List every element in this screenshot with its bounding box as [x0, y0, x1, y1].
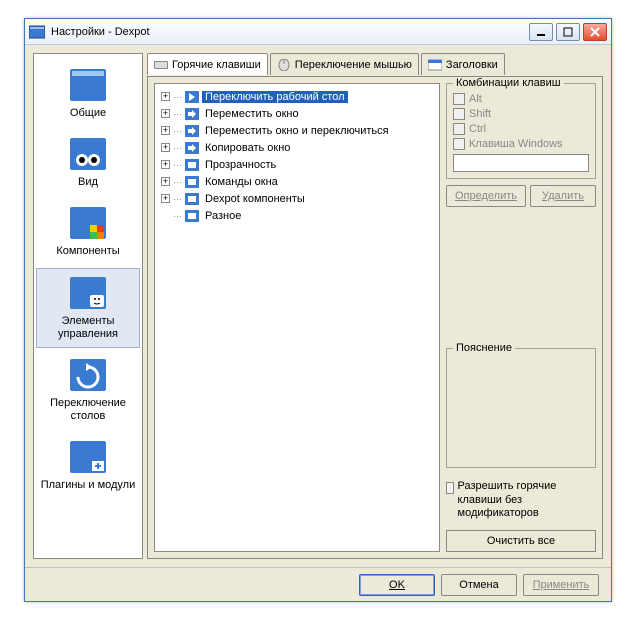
bottom-button-bar: OK Отмена Применить: [25, 567, 611, 601]
controls-icon: [68, 275, 108, 311]
shift-checkbox[interactable]: Shift: [453, 108, 589, 120]
key-combos-group: Комбинации клавиш Alt Shift Ctrl Клавиша…: [446, 83, 596, 179]
tree-item[interactable]: +···Dexpot компоненты: [159, 190, 435, 207]
content-area: Общие Вид Компоненты Элементы управления…: [25, 45, 611, 567]
hotkey-tree[interactable]: +···Переключить рабочий стол +···Перемес…: [154, 83, 440, 552]
tree-item[interactable]: ···Разное: [159, 207, 435, 224]
settings-window: Настройки - Dexpot Общие Вид Компоненты: [24, 18, 612, 602]
titles-icon: [428, 59, 442, 71]
expand-icon[interactable]: +: [161, 92, 170, 101]
tree-item[interactable]: +···Прозрачность: [159, 156, 435, 173]
app-icon: [29, 25, 45, 39]
tab-content: +···Переключить рабочий стол +···Перемес…: [147, 76, 603, 559]
tree-item[interactable]: +···Переместить окно: [159, 105, 435, 122]
switching-icon: [68, 357, 108, 393]
apply-button[interactable]: Применить: [523, 574, 599, 596]
tab-titles[interactable]: Заголовки: [421, 53, 505, 75]
tab-hotkeys[interactable]: Горячие клавиши: [147, 53, 268, 75]
tree-item[interactable]: +···Переключить рабочий стол: [159, 88, 435, 105]
sidebar-item-general[interactable]: Общие: [36, 60, 140, 127]
category-sidebar: Общие Вид Компоненты Элементы управления…: [33, 53, 143, 559]
expand-icon[interactable]: +: [161, 143, 170, 152]
sidebar-item-view[interactable]: Вид: [36, 129, 140, 196]
sidebar-item-components[interactable]: Компоненты: [36, 198, 140, 265]
close-button[interactable]: [583, 23, 607, 41]
tab-bar: Горячие клавиши Переключение мышью Загол…: [147, 53, 603, 77]
window-title: Настройки - Dexpot: [51, 26, 529, 38]
explanation-group: Пояснение: [446, 348, 596, 468]
clear-all-button[interactable]: Очистить все: [446, 530, 596, 552]
cancel-button[interactable]: Отмена: [441, 574, 517, 596]
delete-button[interactable]: Удалить: [530, 185, 596, 207]
ctrl-checkbox[interactable]: Ctrl: [453, 123, 589, 135]
tree-item[interactable]: +···Копировать окно: [159, 139, 435, 156]
expand-icon[interactable]: +: [161, 109, 170, 118]
keyboard-icon: [154, 59, 168, 71]
mouse-icon: [277, 59, 291, 71]
define-button[interactable]: Определить: [446, 185, 526, 207]
expand-icon[interactable]: +: [161, 160, 170, 169]
general-icon: [68, 67, 108, 103]
plugins-icon: [68, 439, 108, 475]
maximize-button[interactable]: [556, 23, 580, 41]
key-input[interactable]: [453, 154, 589, 172]
tree-item[interactable]: +···Переместить окно и переключиться: [159, 122, 435, 139]
alt-checkbox[interactable]: Alt: [453, 93, 589, 105]
components-icon: [68, 205, 108, 241]
titlebar[interactable]: Настройки - Dexpot: [25, 19, 611, 45]
tab-mouse[interactable]: Переключение мышью: [270, 53, 419, 75]
tree-item[interactable]: +···Команды окна: [159, 173, 435, 190]
expand-icon[interactable]: +: [161, 194, 170, 203]
ok-button[interactable]: OK: [359, 574, 435, 596]
win-checkbox[interactable]: Клавиша Windows: [453, 138, 589, 150]
sidebar-item-controls[interactable]: Элементы управления: [36, 268, 140, 348]
sidebar-item-plugins[interactable]: Плагины и модули: [36, 432, 140, 499]
main-panel: Горячие клавиши Переключение мышью Загол…: [147, 53, 603, 559]
view-icon: [68, 136, 108, 172]
expand-icon[interactable]: +: [161, 177, 170, 186]
expand-icon[interactable]: +: [161, 126, 170, 135]
minimize-button[interactable]: [529, 23, 553, 41]
right-panel: Комбинации клавиш Alt Shift Ctrl Клавиша…: [446, 83, 596, 552]
allow-no-modifier-checkbox[interactable]: Разрешить горячие клавиши без модификато…: [446, 480, 596, 520]
sidebar-item-switching[interactable]: Переключение столов: [36, 350, 140, 430]
